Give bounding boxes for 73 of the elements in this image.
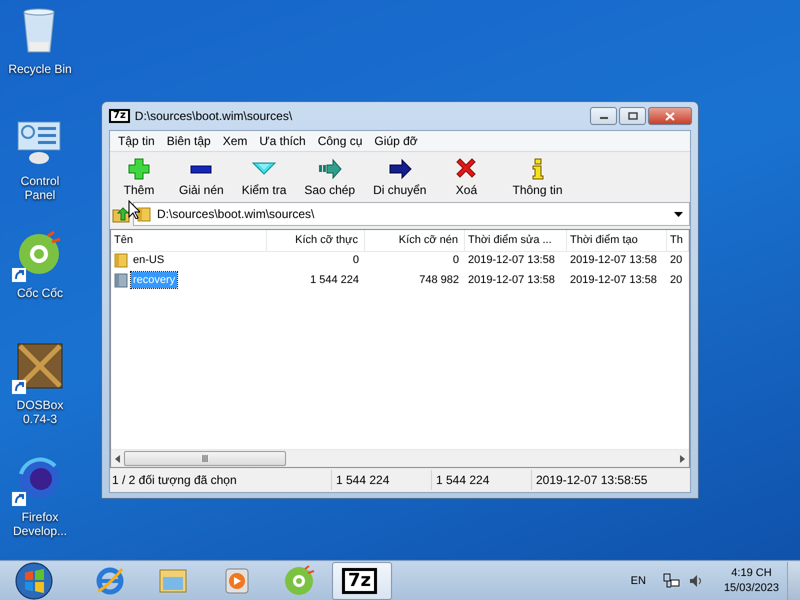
table-cell-text: 0 (352, 253, 360, 268)
start-orb-icon[interactable] (14, 560, 54, 600)
status-text: 2019-12-07 13:58:55 (535, 472, 648, 489)
clock[interactable]: 4:19 CH 15/03/2023 (724, 566, 779, 596)
crate-icon (16, 342, 64, 390)
status-text: 1 544 224 (432, 470, 532, 490)
toolbar-button[interactable]: Thêm (114, 157, 164, 197)
menu-item[interactable]: Biên tập (160, 134, 217, 148)
menu-item[interactable]: Ưa thích (253, 134, 312, 148)
language-indicator[interactable]: EN (630, 574, 646, 586)
horizontal-scrollbar[interactable] (111, 449, 689, 467)
table-cell-text: 2019-12-07 13:58 (467, 253, 556, 268)
speaker-icon[interactable] (688, 572, 704, 588)
arrow-icon (318, 157, 342, 181)
menu-item[interactable]: Giúp đỡ (368, 134, 424, 148)
table-cell-text: 20 (669, 253, 684, 268)
app-logo-icon: 7z (109, 109, 130, 123)
table-cell-text: 748 982 (418, 273, 460, 288)
browser-icon (94, 564, 126, 596)
address-text: D:\sources\boot.wim\sources\ (157, 207, 314, 221)
menu-item[interactable]: Công cụ (312, 134, 368, 148)
folder-up-icon[interactable] (112, 205, 130, 223)
desktop-icon-label[interactable]: Control Panel (4, 174, 76, 202)
archive-folder-icon (114, 272, 128, 288)
toolbar-button[interactable]: Giải nén (176, 157, 227, 197)
folder-icon (137, 206, 151, 222)
menu-item[interactable]: Xem (216, 134, 254, 148)
folder-icon (114, 252, 128, 268)
arrow-icon (388, 157, 412, 181)
toolbar-button[interactable]: Kiểm tra (238, 157, 290, 197)
column-header[interactable]: Kích cỡ nén (365, 230, 465, 252)
toolbar-button[interactable]: Sao chép (301, 157, 358, 197)
network-icon[interactable] (662, 572, 680, 590)
desktop-icon-label[interactable]: Firefox Develop... (4, 510, 76, 538)
column-header[interactable]: Tên (111, 230, 267, 252)
scroll-left-icon (115, 454, 120, 462)
app-logo-icon: 7z (342, 568, 377, 594)
column-header[interactable]: Thời điểm tạo (567, 230, 667, 252)
plus-icon (127, 157, 151, 181)
grip-icon (202, 455, 208, 462)
taskbar-button[interactable]: 7z (332, 562, 392, 600)
toolbar-button[interactable]: Thông tin (509, 157, 566, 197)
scroll-right-icon (680, 454, 685, 462)
desktop-icon-label[interactable]: DOSBox 0.74-3 (4, 398, 76, 426)
column-header[interactable]: Th (667, 230, 689, 252)
maximize-button[interactable] (619, 107, 646, 125)
desktop-icon-label[interactable]: Cốc Cốc (4, 286, 76, 300)
minus-icon (190, 164, 212, 174)
window-title: D:\sources\boot.wim\sources\ (134, 109, 292, 123)
table-cell-text: 20 (669, 273, 684, 288)
menu-item[interactable]: Tập tin (112, 134, 161, 148)
address-field[interactable]: D:\sources\boot.wim\sources\ (133, 202, 690, 226)
file-name[interactable]: en-US (131, 252, 166, 268)
table-cell-text: 2019-12-07 13:58 (467, 273, 556, 288)
table-cell-text: 2019-12-07 13:58 (569, 253, 658, 268)
coccoc-icon (283, 564, 315, 596)
close-icon (665, 112, 675, 120)
table-cell-text: 2019-12-07 13:58 (569, 273, 658, 288)
toolbar-button[interactable]: Di chuyển (370, 157, 430, 197)
scrollbar-thumb[interactable] (124, 451, 286, 466)
dropdown-caret-icon (674, 212, 683, 216)
maximize-icon (628, 112, 638, 120)
minimize-button[interactable] (590, 107, 617, 125)
desktop-icon-label[interactable]: Recycle Bin (4, 62, 76, 76)
column-header[interactable]: Thời điểm sửa ... (465, 230, 567, 252)
status-text: 1 544 224 (332, 470, 432, 490)
toolbar-button[interactable]: Xoá (441, 157, 492, 197)
table-cell-text: 0 (452, 253, 460, 268)
status-text: 1 / 2 đối tượng đã chọn (110, 470, 332, 490)
mouse-pointer-icon (128, 200, 140, 219)
column-header[interactable]: Kích cỡ thực (267, 230, 365, 252)
close-button[interactable] (648, 107, 692, 125)
table-cell-text: 1 544 224 (309, 273, 360, 288)
